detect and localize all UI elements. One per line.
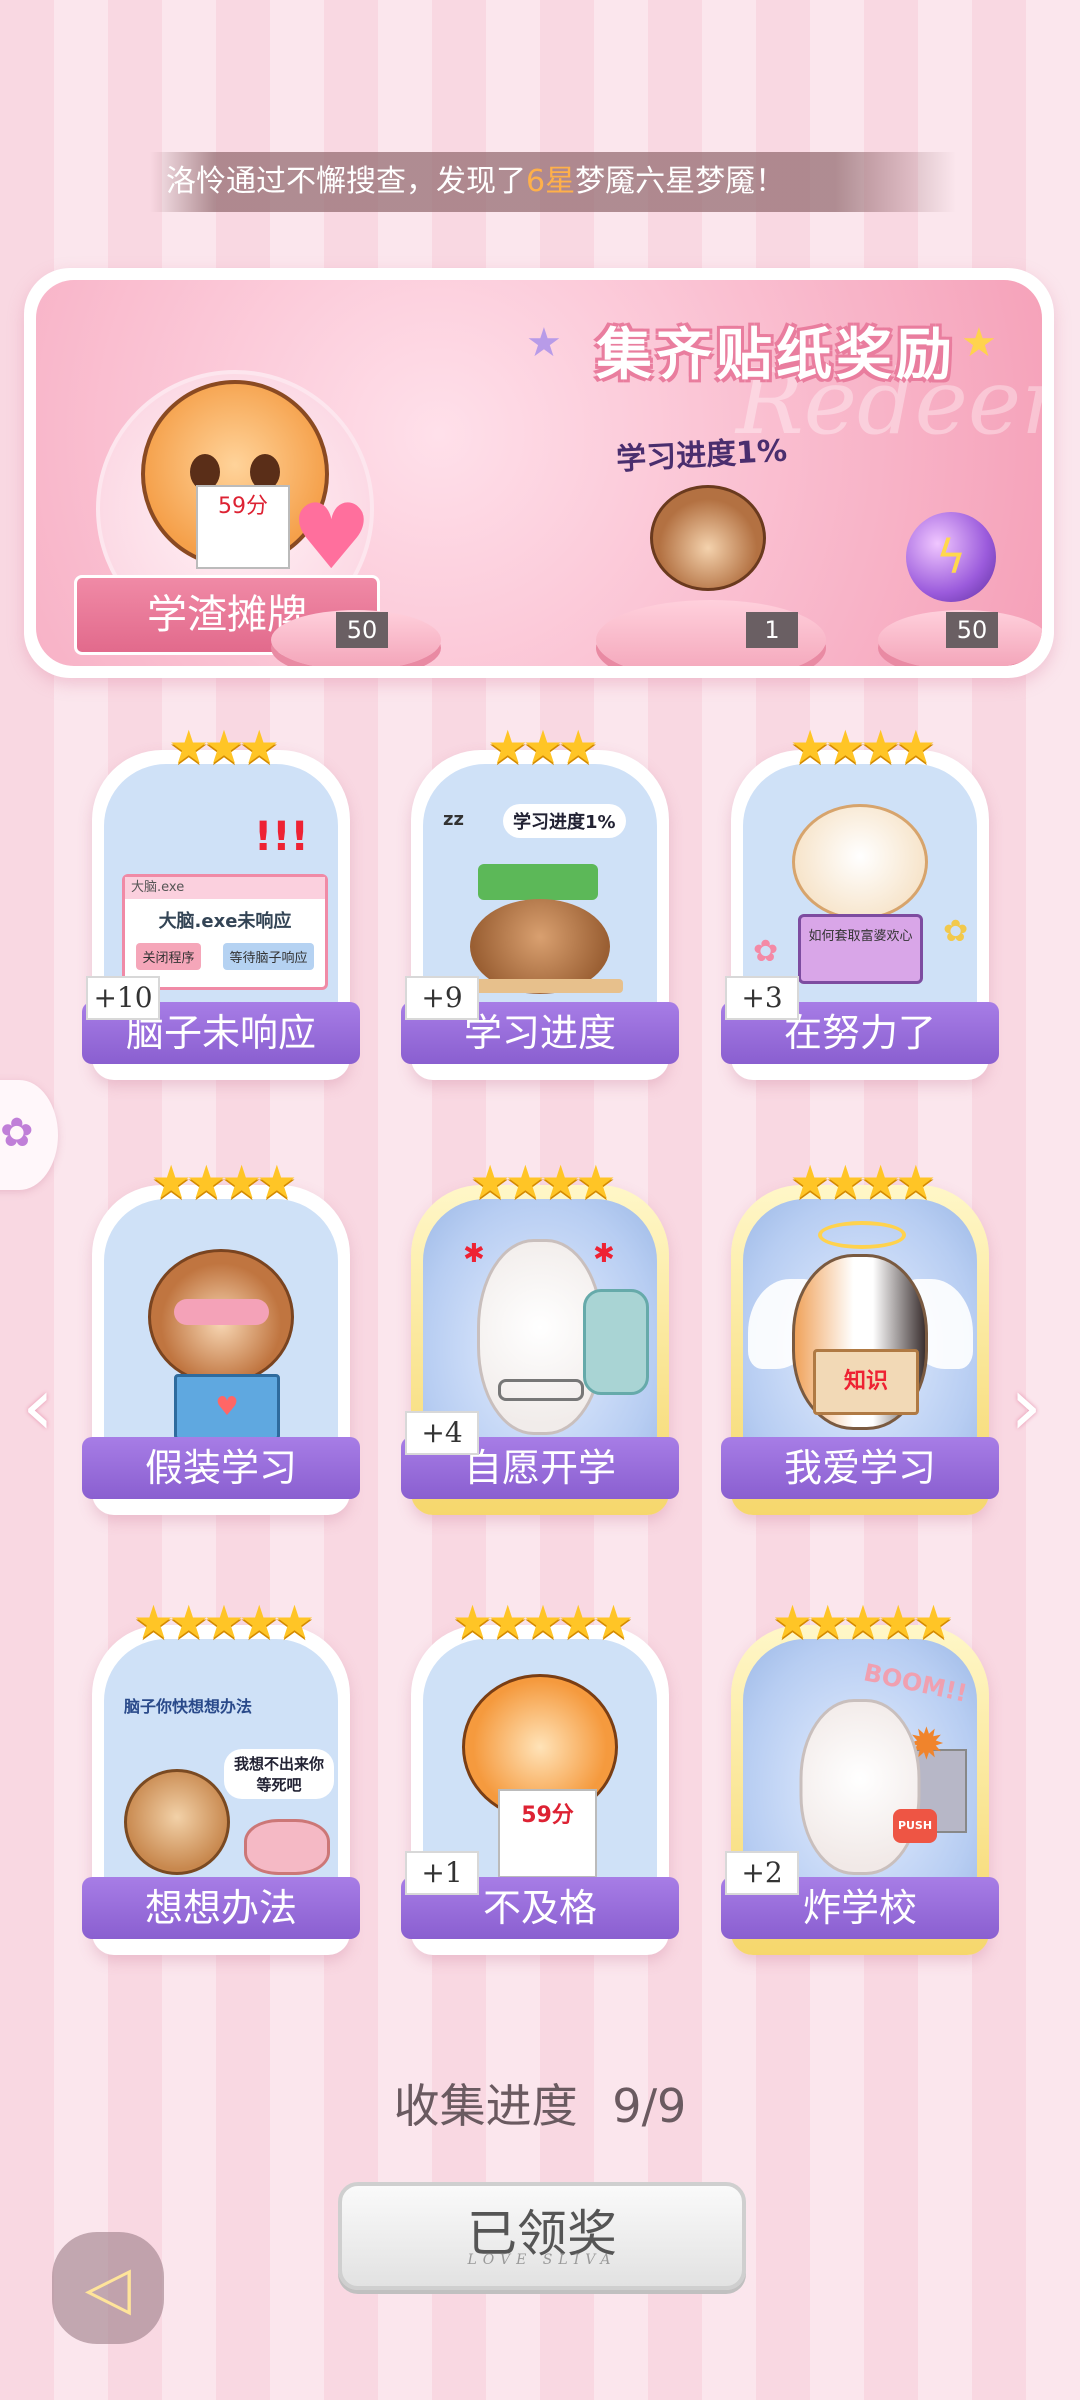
lightning-orb-count: 50 <box>946 612 998 648</box>
star-icon: ★ <box>526 320 562 366</box>
sticker-card[interactable]: 知识 ★★★★ 我爱学习 <box>721 1155 999 1515</box>
marquee-suffix: 梦魇六星梦魇！ <box>575 164 786 199</box>
sticker-card[interactable]: ✱ ✱ ★★★★ +4 自愿开学 <box>401 1155 679 1515</box>
side-menu-tab[interactable]: ✿ <box>0 1080 58 1190</box>
rating-stars: ★★★ <box>487 720 599 774</box>
rating-stars: ★★★★★ <box>451 1595 634 1649</box>
star-icon: ★ <box>961 320 997 366</box>
monkey-sticker-icon[interactable] <box>650 485 766 591</box>
sticker-card[interactable]: 59分 ★★★★★ +1 不及格 <box>401 1595 679 1955</box>
sleep-mask-icon <box>174 1299 269 1325</box>
collection-progress-value: 9/9 <box>612 2079 687 2133</box>
card-art: ♥ <box>104 1199 338 1469</box>
count-badge: +1 <box>405 1851 479 1895</box>
collection-progress: 收集进度 9/9 <box>0 2070 1080 2136</box>
card-label: 想想办法 <box>82 1877 360 1939</box>
card-art: 知识 <box>743 1199 977 1469</box>
count-badge: +2 <box>725 1851 799 1895</box>
marquee-highlight: 6星 <box>526 164 576 199</box>
test-paper: 59分 <box>498 1789 597 1878</box>
test-paper: 59分 <box>196 485 290 569</box>
wait-response-label: 等待脑子响应 <box>223 943 314 970</box>
window-message: 大脑.exe未响应 <box>158 911 292 932</box>
card-label: 我爱学习 <box>721 1437 999 1499</box>
anger-icon: ✱ <box>463 1239 485 1269</box>
halo-icon <box>818 1221 906 1249</box>
backpack-icon <box>583 1289 649 1395</box>
book-stack-icon <box>478 864 598 900</box>
marquee-prefix: 洛怜通过不懈搜查，发现了 <box>166 164 526 199</box>
rating-stars: ★★★ <box>168 720 280 774</box>
sticker-card[interactable]: !!! 大脑.exe 大脑.exe未响应 关闭程序 等待脑子响应 ★★★ +10… <box>82 720 360 1080</box>
exclaim-icon: !!! <box>254 814 309 860</box>
handcuffs-icon <box>498 1379 584 1401</box>
sleep-zz: zz <box>443 809 464 830</box>
speech-bubble: 脑子你快想想办法 <box>124 1697 253 1716</box>
push-button-icon: PUSH <box>893 1809 937 1843</box>
back-icon[interactable]: ◁ <box>52 2232 164 2344</box>
collection-progress-label: 收集进度 <box>393 2079 578 2133</box>
fan-icon: ✿ <box>0 1110 34 1156</box>
bunny-icon <box>799 1699 921 1875</box>
sticker-card[interactable]: BOOM!! ✹ PUSH ★★★★★ +2 炸学校 <box>721 1595 999 1955</box>
flower-icon: ✿ <box>753 934 779 969</box>
study-progress-label: 学习进度1% <box>615 433 788 478</box>
claimed-reward-button[interactable]: 已领奖 LOVE SLIVA <box>338 2182 746 2290</box>
brain-icon <box>244 1819 330 1875</box>
sticker-card[interactable]: 学习进度1% zz ★★★ +9 学习进度 <box>401 720 679 1080</box>
prev-page-arrow[interactable]: ‹ <box>22 1360 54 1453</box>
sticker-card[interactable]: 如何套取富婆欢心 ✿ ✿ ★★★★ +3 在努力了 <box>721 720 999 1080</box>
count-badge: +4 <box>405 1411 479 1455</box>
book-icon: 如何套取富婆欢心 <box>798 914 923 984</box>
sticker-card[interactable]: 脑子你快想想办法 我想不出来你等死吧 ★★★★★ 想想办法 <box>82 1595 360 1955</box>
reward-title: 集齐贴纸奖励 <box>596 323 956 388</box>
heart-gem-icon[interactable]: ♥ <box>291 485 372 590</box>
discovery-marquee: 洛怜通过不懈搜查，发现了6星梦魇六星梦魇！ <box>150 152 956 212</box>
reward-panel: Redeem 集齐贴纸奖励 ★ ★ 59分 学渣摊牌 ♥ 50 学习进度1% 1… <box>24 268 1054 678</box>
card-art: 脑子你快想想办法 我想不出来你等死吧 <box>104 1639 338 1909</box>
lightning-orb-icon[interactable]: ϟ <box>906 512 996 602</box>
rating-stars: ★★★★ <box>789 720 937 774</box>
book-icon: ♥ <box>174 1374 280 1440</box>
error-window: 大脑.exe 大脑.exe未响应 关闭程序 等待脑子响应 <box>122 874 328 990</box>
count-badge: +10 <box>86 976 160 1020</box>
speech-bubble: 我想不出来你等死吧 <box>224 1749 334 1799</box>
next-page-arrow[interactable]: › <box>1010 1360 1042 1453</box>
puppy-icon <box>792 804 928 920</box>
sticker-card[interactable]: ♥ ★★★★ 假装学习 <box>82 1155 360 1515</box>
book-icon: 知识 <box>813 1349 919 1415</box>
bear-icon <box>124 1769 230 1875</box>
reward-panel-inner: Redeem 集齐贴纸奖励 ★ ★ 59分 学渣摊牌 ♥ 50 学习进度1% 1… <box>36 280 1042 666</box>
rating-stars: ★★★★ <box>469 1155 617 1209</box>
count-badge: +9 <box>405 976 479 1020</box>
count-badge: +3 <box>725 976 799 1020</box>
rating-stars: ★★★★ <box>789 1155 937 1209</box>
card-label: 假装学习 <box>82 1437 360 1499</box>
anger-icon: ✱ <box>593 1239 615 1269</box>
window-title: 大脑.exe <box>125 877 325 899</box>
rating-stars: ★★★★★ <box>132 1595 315 1649</box>
heart-gem-count: 50 <box>336 612 388 648</box>
rating-stars: ★★★★★ <box>771 1595 954 1649</box>
flower-icon: ✿ <box>943 914 969 949</box>
speech-bubble: 学习进度1% <box>503 804 626 838</box>
monkey-sticker-count: 1 <box>746 612 798 648</box>
rating-stars: ★★★★ <box>150 1155 298 1209</box>
close-program-label: 关闭程序 <box>136 943 201 970</box>
claim-button-sub: LOVE SLIVA <box>467 2252 617 2268</box>
